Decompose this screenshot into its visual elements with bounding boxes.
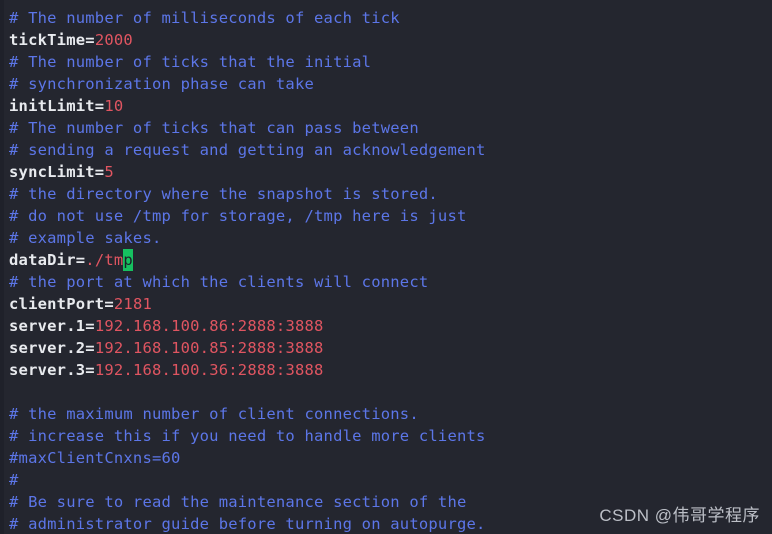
- code-editor-window: # The number of milliseconds of each tic…: [0, 0, 772, 534]
- code-line[interactable]: dataDir=./tmp: [9, 249, 772, 271]
- code-line[interactable]: server.3=192.168.100.36:2888:3888: [9, 359, 772, 381]
- config-value: 192.168.100.36:2888:3888: [94, 361, 324, 379]
- comment-token: # sending a request and getting an ackno…: [9, 141, 486, 159]
- config-value: 2181: [113, 295, 153, 313]
- code-line[interactable]: server.2=192.168.100.85:2888:3888: [9, 337, 772, 359]
- comment-token: # example sakes.: [9, 229, 162, 247]
- config-key: server.2: [9, 339, 86, 357]
- config-value: 5: [104, 163, 114, 181]
- code-line[interactable]: #maxClientCnxns=60: [9, 447, 772, 469]
- text-cursor[interactable]: p: [123, 249, 133, 271]
- comment-token: #maxClientCnxns=60: [9, 449, 181, 467]
- comment-token: # The number of ticks that the initial: [9, 53, 372, 71]
- equals-sign: =: [85, 317, 95, 335]
- code-line[interactable]: syncLimit=5: [9, 161, 772, 183]
- code-line[interactable]: # the port at which the clients will con…: [9, 271, 772, 293]
- config-key: syncLimit: [9, 163, 95, 181]
- equals-sign: =: [75, 251, 86, 269]
- comment-token: # The number of milliseconds of each tic…: [9, 9, 400, 27]
- code-line[interactable]: clientPort=2181: [9, 293, 772, 315]
- code-line[interactable]: initLimit=10: [9, 95, 772, 117]
- equals-sign: =: [85, 31, 95, 49]
- config-key: initLimit: [9, 97, 95, 115]
- config-value: 192.168.100.85:2888:3888: [94, 339, 324, 357]
- code-line[interactable]: # The number of ticks that can pass betw…: [9, 117, 772, 139]
- code-line[interactable]: tickTime=2000: [9, 29, 772, 51]
- comment-token: # increase this if you need to handle mo…: [9, 427, 486, 445]
- comment-token: # The number of ticks that can pass betw…: [9, 119, 419, 137]
- comment-token: # the port at which the clients will con…: [9, 273, 429, 291]
- comment-token: # Be sure to read the maintenance sectio…: [9, 493, 467, 511]
- code-line[interactable]: # The number of ticks that the initial: [9, 51, 772, 73]
- code-line[interactable]: # the maximum number of client connectio…: [9, 403, 772, 425]
- code-line[interactable]: # example sakes.: [9, 227, 772, 249]
- config-key: dataDir: [9, 251, 76, 269]
- comment-token: # the maximum number of client connectio…: [9, 405, 419, 423]
- equals-sign: =: [104, 295, 114, 313]
- comment-token: # the directory where the snapshot is st…: [9, 185, 438, 203]
- equals-sign: =: [85, 361, 95, 379]
- comment-token: # synchronization phase can take: [9, 75, 315, 93]
- code-line[interactable]: # synchronization phase can take: [9, 73, 772, 95]
- csdn-watermark: CSDN @伟哥学程序: [599, 506, 760, 525]
- equals-sign: =: [85, 339, 95, 357]
- config-key: tickTime: [9, 31, 86, 49]
- config-value: 192.168.100.86:2888:3888: [94, 317, 324, 335]
- comment-token: # do not use /tmp for storage, /tmp here…: [9, 207, 467, 225]
- comment-token: # administrator guide before turning on …: [9, 515, 486, 533]
- config-key: server.3: [9, 361, 86, 379]
- code-line[interactable]: server.1=192.168.100.86:2888:3888: [9, 315, 772, 337]
- equals-sign: =: [94, 163, 105, 181]
- config-value: 2000: [94, 31, 133, 49]
- code-line[interactable]: # do not use /tmp for storage, /tmp here…: [9, 205, 772, 227]
- equals-sign: =: [94, 97, 105, 115]
- code-line[interactable]: # The number of milliseconds of each tic…: [9, 7, 772, 29]
- config-key: server.1: [9, 317, 86, 335]
- code-line[interactable]: # the directory where the snapshot is st…: [9, 183, 772, 205]
- config-value: 10: [104, 97, 124, 115]
- code-content-area[interactable]: # The number of milliseconds of each tic…: [4, 0, 772, 534]
- comment-token: #: [9, 471, 19, 489]
- code-line[interactable]: [9, 381, 772, 403]
- config-value: ./tm: [85, 251, 124, 269]
- code-line[interactable]: #: [9, 469, 772, 491]
- code-line[interactable]: # sending a request and getting an ackno…: [9, 139, 772, 161]
- code-line[interactable]: # increase this if you need to handle mo…: [9, 425, 772, 447]
- config-key: clientPort: [9, 295, 105, 313]
